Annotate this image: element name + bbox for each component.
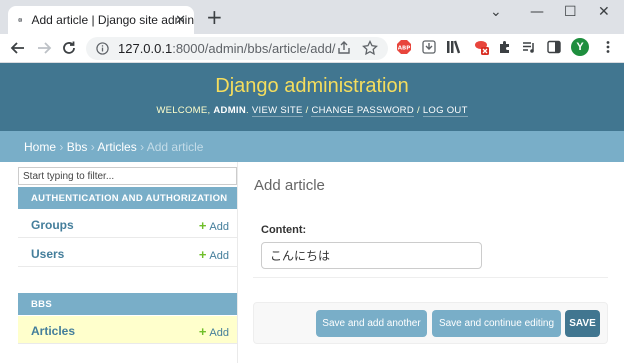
bookmark-star-icon[interactable] [362, 40, 378, 56]
content-field[interactable] [261, 242, 482, 269]
puzzle-extensions-icon[interactable] [497, 39, 513, 55]
nav-filter-input[interactable] [18, 167, 237, 185]
globe-icon [18, 17, 23, 23]
app-caption-bbs[interactable]: BBS [18, 293, 237, 315]
user-tools-separator: / [414, 105, 423, 116]
breadcrumb-separator: › [136, 140, 147, 154]
model-link-groups[interactable]: Groups [31, 218, 74, 232]
download-extension-icon[interactable] [421, 39, 437, 55]
breadcrumb-model[interactable]: Articles [97, 140, 136, 154]
add-label: Add [209, 250, 229, 262]
plus-icon: + [198, 218, 207, 233]
save-button[interactable]: SAVE [565, 310, 600, 337]
disabled-extension-icon[interactable] [473, 39, 489, 55]
forward-arrow-icon[interactable] [35, 39, 53, 57]
view-site-link[interactable]: VIEW SITE [251, 105, 303, 117]
submit-row: Save and add another Save and continue e… [253, 302, 608, 344]
site-branding[interactable]: Django administration [0, 63, 624, 98]
library-extension-icon[interactable] [445, 39, 461, 55]
breadcrumb-separator: › [56, 140, 67, 154]
breadcrumb: Home › Bbs › Articles › Add article [0, 131, 624, 162]
form-row-content: Content: [253, 210, 608, 278]
share-icon[interactable] [336, 40, 352, 56]
adblock-plus-icon[interactable]: ABP [396, 39, 412, 55]
tab-search-icon[interactable]: ⌄ [490, 4, 502, 20]
breadcrumb-current: Add article [146, 140, 204, 154]
breadcrumb-separator: › [87, 140, 98, 154]
add-label: Add [209, 327, 229, 339]
plus-icon: + [198, 324, 207, 339]
sidebar-item-users[interactable]: Users + Add [18, 239, 237, 267]
add-label: Add [209, 221, 229, 233]
browser-tab-bar: Add article | Django site admin ✕ + ⌄ — … [0, 0, 624, 34]
side-panel-icon[interactable] [546, 39, 562, 55]
nav-sidebar: AUTHENTICATION AND AUTHORIZATION Groups … [18, 162, 238, 363]
svg-text:ABP: ABP [398, 46, 410, 52]
url-host: 127.0.0.1 [118, 41, 173, 56]
minimize-button[interactable]: — [530, 4, 544, 20]
media-queue-icon[interactable] [521, 39, 537, 55]
url-path: :8000/admin/bbs/article/add/ [172, 41, 336, 56]
info-icon[interactable] [96, 42, 109, 55]
back-arrow-icon[interactable] [9, 39, 27, 57]
tab-close-icon[interactable]: ✕ [175, 12, 186, 28]
new-tab-button[interactable]: + [206, 7, 223, 27]
page-title: Add article [254, 177, 325, 194]
reload-icon[interactable] [60, 39, 78, 57]
save-and-continue-button[interactable]: Save and continue editing [432, 310, 561, 337]
profile-avatar[interactable]: Y [571, 38, 589, 56]
menu-kebab-icon[interactable] [600, 39, 616, 55]
url-text: 127.0.0.1:8000/admin/bbs/article/add/ [118, 41, 336, 56]
add-users-link[interactable]: + Add [199, 247, 229, 262]
add-articles-link[interactable]: + Add [199, 324, 229, 339]
plus-icon: + [198, 247, 207, 262]
logout-link[interactable]: LOG OUT [422, 105, 468, 117]
welcome-text: WELCOME, [156, 105, 214, 116]
add-groups-link[interactable]: + Add [199, 218, 229, 233]
username: ADMIN [213, 105, 247, 116]
sidebar-item-groups[interactable]: Groups + Add [18, 210, 237, 238]
browser-tab[interactable]: Add article | Django site admin ✕ [8, 6, 194, 34]
close-window-button[interactable]: ✕ [598, 4, 610, 20]
user-tools: WELCOME, ADMIN. VIEW SITE / CHANGE PASSW… [156, 105, 468, 117]
sidebar-item-articles[interactable]: Articles + Add [18, 316, 237, 344]
tab-title: Add article | Django site admin [31, 13, 194, 27]
breadcrumb-app[interactable]: Bbs [67, 140, 88, 154]
change-password-link[interactable]: CHANGE PASSWORD [311, 105, 414, 117]
content-label: Content: [261, 224, 307, 236]
breadcrumb-home[interactable]: Home [24, 140, 56, 154]
maximize-button[interactable]: ☐ [564, 4, 577, 20]
save-and-add-another-button[interactable]: Save and add another [316, 310, 427, 337]
model-link-users[interactable]: Users [31, 247, 64, 261]
site-header: Django administration WELCOME, ADMIN. VI… [0, 63, 624, 131]
app-caption-auth[interactable]: AUTHENTICATION AND AUTHORIZATION [18, 187, 237, 209]
model-link-articles[interactable]: Articles [31, 324, 75, 338]
